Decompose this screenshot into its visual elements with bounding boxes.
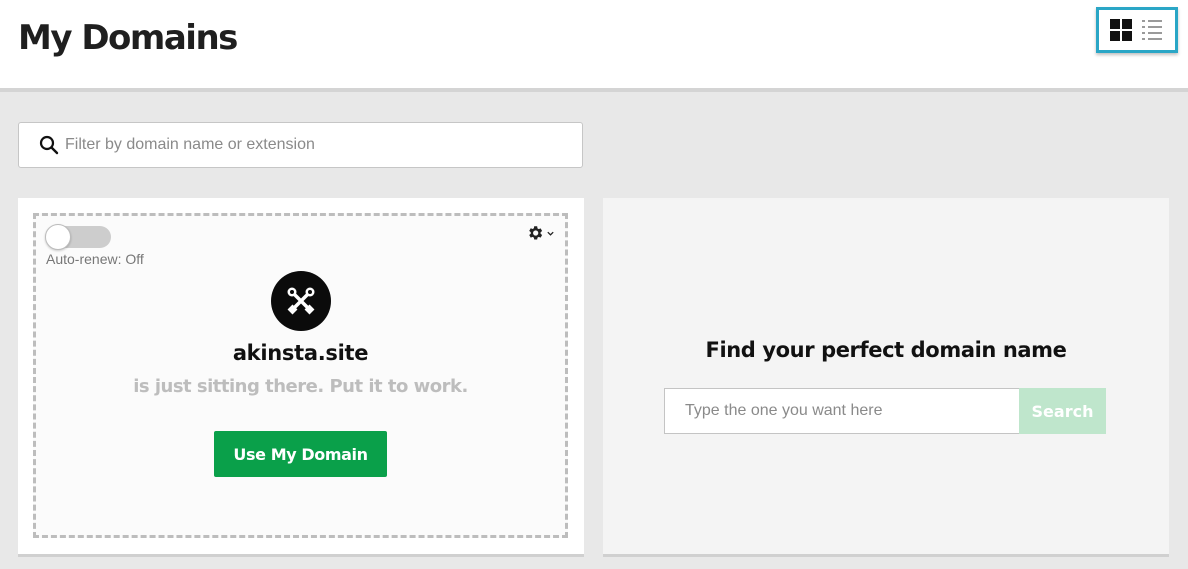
domain-card-body: Auto-renew: Off akinsta.site is just sit… [33, 213, 568, 538]
find-domain-card: Find your perfect domain name Search [603, 198, 1169, 554]
chevron-down-icon [547, 231, 554, 236]
domain-settings-menu[interactable] [526, 224, 555, 242]
domain-subtitle: is just sitting there. Put it to work. [133, 376, 468, 397]
find-domain-title: Find your perfect domain name [705, 338, 1067, 362]
toggle-knob [45, 224, 71, 250]
gear-icon [529, 226, 543, 240]
list-view-icon[interactable] [1142, 19, 1164, 41]
page-header: My Domains [0, 0, 1188, 92]
grid-view-icon[interactable] [1110, 19, 1132, 41]
domain-filter [18, 122, 583, 168]
auto-renew-toggle[interactable] [45, 224, 111, 250]
view-toggle [1096, 7, 1178, 53]
domain-search-input[interactable] [664, 388, 1020, 434]
domain-name: akinsta.site [232, 341, 369, 365]
tools-icon [271, 271, 331, 331]
domain-filter-input[interactable] [65, 136, 565, 154]
domain-card: Auto-renew: Off akinsta.site is just sit… [18, 198, 584, 554]
domain-search-button[interactable]: Search [1019, 388, 1106, 434]
page-title: My Domains [18, 18, 238, 58]
use-my-domain-button[interactable]: Use My Domain [214, 431, 387, 477]
search-icon [39, 135, 59, 155]
auto-renew-label: Auto-renew: Off [46, 251, 144, 267]
